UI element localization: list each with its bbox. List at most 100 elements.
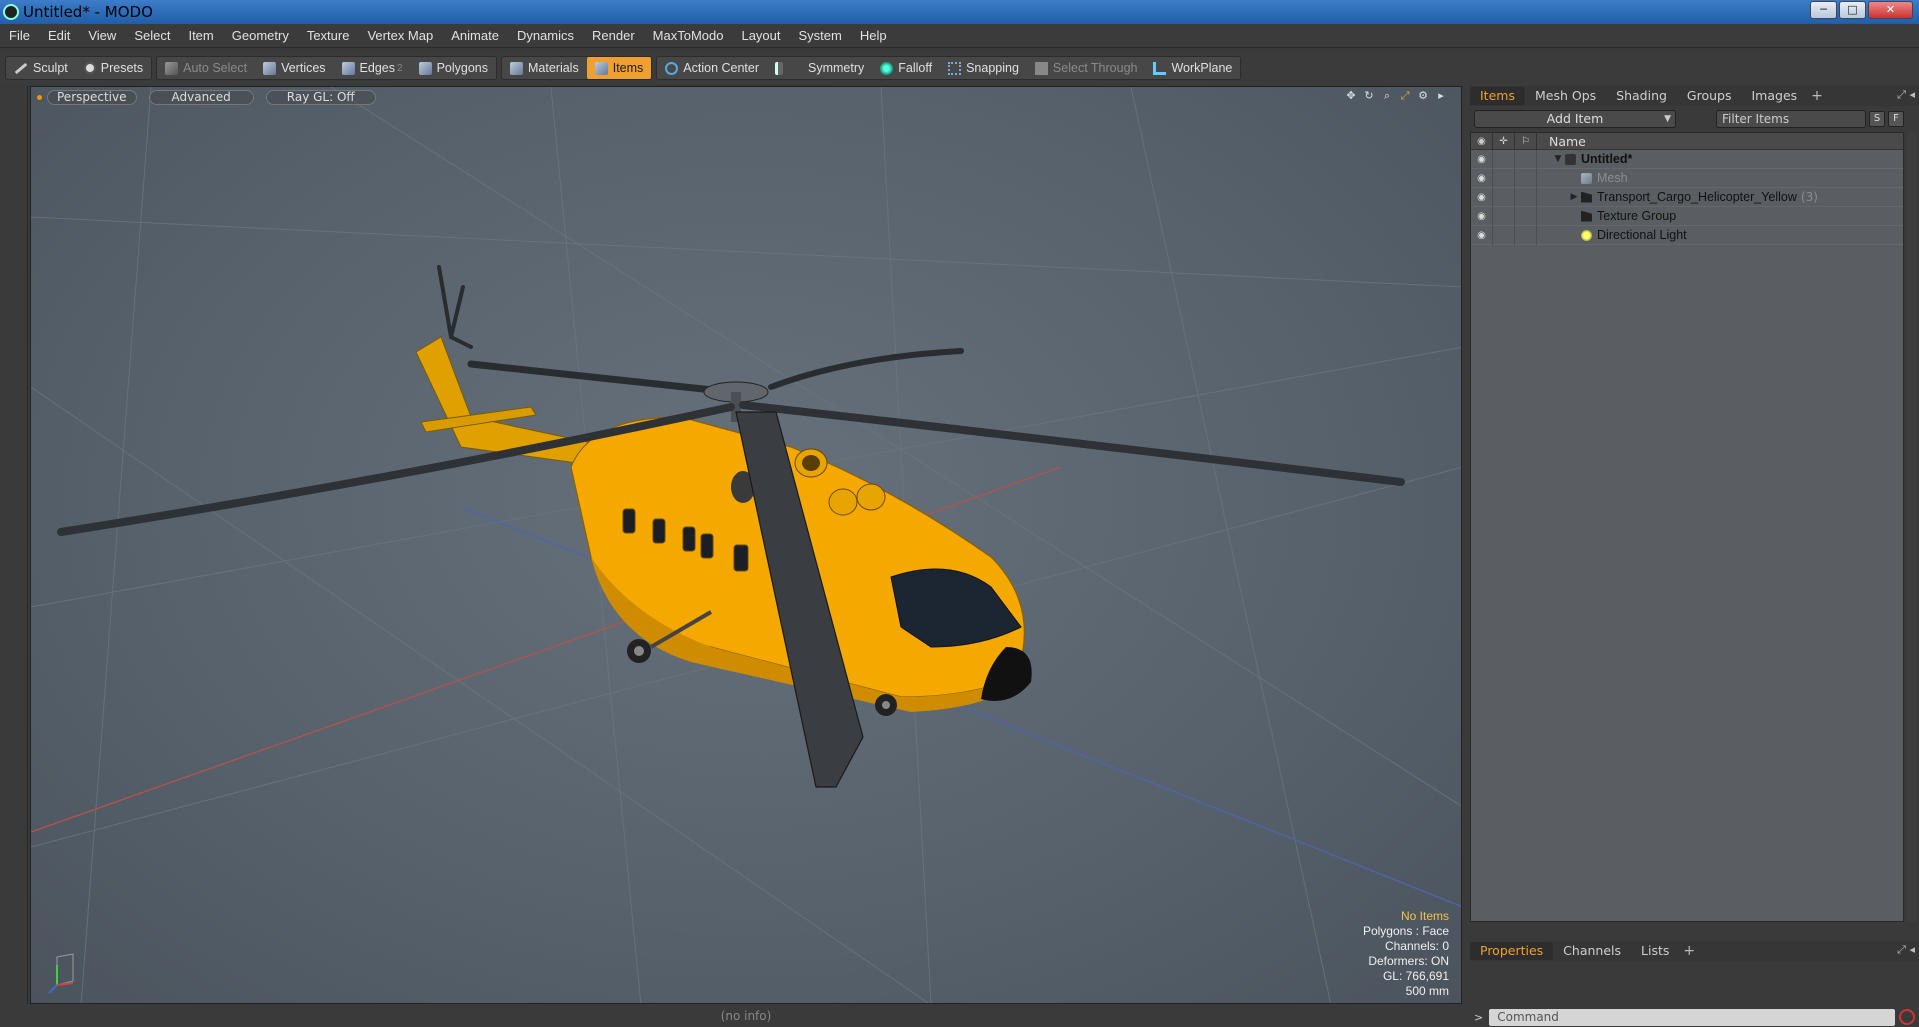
vertices-button[interactable]: Vertices bbox=[255, 57, 333, 79]
action-center-icon bbox=[665, 61, 679, 75]
auto-select-button[interactable]: Auto Select bbox=[157, 57, 255, 79]
command-history-icon[interactable] bbox=[1899, 1009, 1915, 1025]
minimize-button[interactable]: ─ bbox=[1810, 1, 1837, 19]
tab-items[interactable]: Items bbox=[1470, 87, 1525, 105]
lock-column-icon[interactable]: ✛ bbox=[1493, 132, 1515, 150]
title-bar: Untitled* - MODO ─ □ ✕ bbox=[0, 0, 1919, 24]
menu-help[interactable]: Help bbox=[851, 28, 896, 43]
presets-button[interactable]: Presets bbox=[76, 57, 151, 79]
menu-dynamics[interactable]: Dynamics bbox=[508, 28, 583, 43]
tree-row[interactable]: ◉ ▼ Untitled* bbox=[1471, 149, 1903, 169]
render-column-icon[interactable]: ⚐ bbox=[1515, 132, 1537, 150]
snapping-button[interactable]: Snapping bbox=[940, 57, 1027, 79]
visibility-eye-icon[interactable]: ◉ bbox=[1471, 206, 1493, 226]
shading-dropdown[interactable]: Advanced bbox=[148, 89, 254, 105]
expand-toggle-icon[interactable]: ▼ bbox=[1551, 154, 1565, 164]
visibility-eye-icon[interactable]: ◉ bbox=[1471, 187, 1493, 207]
tab-channels[interactable]: Channels bbox=[1553, 942, 1631, 960]
tree-cell[interactable] bbox=[1493, 206, 1515, 226]
item-mode-group: Materials Items bbox=[501, 56, 653, 80]
f-button[interactable]: F bbox=[1888, 111, 1904, 127]
rotate-icon[interactable]: ↻ bbox=[1363, 90, 1375, 102]
command-input[interactable]: Command bbox=[1489, 1008, 1895, 1026]
panel-options-icon[interactable]: ⤢ ◂ bbox=[1897, 88, 1915, 102]
tree-cell[interactable] bbox=[1515, 168, 1537, 188]
items-label: Items bbox=[612, 61, 644, 75]
menu-item[interactable]: Item bbox=[179, 28, 222, 43]
select-through-button[interactable]: Select Through bbox=[1027, 57, 1146, 79]
brush-icon bbox=[14, 62, 28, 74]
menu-animate[interactable]: Animate bbox=[442, 28, 508, 43]
tree-cell[interactable] bbox=[1515, 225, 1537, 245]
add-tab-icon[interactable]: + bbox=[1807, 88, 1827, 104]
tree-row[interactable]: ◉ Texture Group bbox=[1471, 206, 1903, 226]
menu-maxtomodo[interactable]: MaxToModo bbox=[644, 28, 733, 43]
select-through-icon bbox=[1034, 61, 1048, 75]
tree-cell[interactable] bbox=[1493, 149, 1515, 169]
tab-shading[interactable]: Shading bbox=[1606, 87, 1677, 105]
filter-items-input[interactable]: Filter Items bbox=[1716, 110, 1866, 128]
name-column-header[interactable]: Name bbox=[1537, 134, 1586, 149]
tree-scrollbar[interactable] bbox=[1907, 132, 1917, 922]
sculpt-button[interactable]: Sculpt bbox=[6, 57, 76, 79]
expand-toggle-icon[interactable]: ▶ bbox=[1567, 192, 1581, 202]
tab-properties[interactable]: Properties bbox=[1470, 942, 1554, 960]
menu-render[interactable]: Render bbox=[583, 28, 644, 43]
triangle-right-icon[interactable]: ▸ bbox=[1435, 90, 1447, 102]
menu-layout[interactable]: Layout bbox=[732, 28, 789, 43]
visibility-eye-icon[interactable]: ◉ bbox=[1471, 168, 1493, 188]
tree-row[interactable]: ◉ Directional Light bbox=[1471, 225, 1903, 245]
add-item-button[interactable]: Add Item ▼ bbox=[1474, 110, 1676, 128]
tab-images[interactable]: Images bbox=[1742, 87, 1808, 105]
tab-lists[interactable]: Lists bbox=[1631, 942, 1679, 960]
fit-icon[interactable]: ⤢ bbox=[1399, 90, 1411, 102]
workplane-button[interactable]: WorkPlane bbox=[1145, 57, 1240, 79]
visibility-eye-icon[interactable]: ◉ bbox=[1471, 225, 1493, 245]
polygons-label: Polygons bbox=[436, 61, 488, 75]
pan-icon[interactable]: ✥ bbox=[1345, 90, 1357, 102]
menu-edit[interactable]: Edit bbox=[39, 28, 79, 43]
tab-groups[interactable]: Groups bbox=[1677, 87, 1742, 105]
raygl-dropdown[interactable]: Ray GL: Off bbox=[265, 89, 376, 105]
tree-row[interactable]: ◉ Mesh bbox=[1471, 168, 1903, 188]
items-button[interactable]: Items bbox=[586, 57, 652, 79]
menu-select[interactable]: Select bbox=[125, 28, 179, 43]
visibility-column-icon[interactable]: ◉ bbox=[1471, 132, 1493, 150]
tree-cell[interactable] bbox=[1515, 206, 1537, 226]
menu-texture[interactable]: Texture bbox=[298, 28, 359, 43]
view-mode-dropdown[interactable]: Perspective bbox=[47, 89, 137, 105]
action-center-button[interactable]: Action Center bbox=[657, 57, 767, 79]
materials-button[interactable]: Materials bbox=[502, 57, 587, 79]
menu-view[interactable]: View bbox=[79, 28, 125, 43]
polygons-button[interactable]: Polygons bbox=[411, 57, 496, 79]
menu-file[interactable]: File bbox=[0, 28, 39, 43]
tree-cell[interactable] bbox=[1493, 225, 1515, 245]
viewport-menu-dot[interactable] bbox=[37, 94, 42, 100]
3d-viewport[interactable]: Perspective Advanced Ray GL: Off ✥ ↻ ⌕ ⤢… bbox=[30, 86, 1462, 1004]
tree-row[interactable]: ◉ ▶ Transport_Cargo_Helicopter_Yellow (3) bbox=[1471, 187, 1903, 207]
s-button[interactable]: S bbox=[1869, 111, 1885, 127]
viewport-scene bbox=[31, 87, 1461, 1003]
add-props-tab-icon[interactable]: + bbox=[1679, 943, 1699, 959]
zoom-icon[interactable]: ⌕ bbox=[1381, 90, 1393, 102]
tree-cell[interactable] bbox=[1515, 149, 1537, 169]
falloff-button[interactable]: Falloff bbox=[872, 57, 940, 79]
maximize-button[interactable]: □ bbox=[1839, 1, 1866, 19]
select-through-label: Select Through bbox=[1052, 61, 1138, 75]
visibility-eye-icon[interactable]: ◉ bbox=[1471, 149, 1493, 169]
tree-cell[interactable] bbox=[1515, 187, 1537, 207]
close-button[interactable]: ✕ bbox=[1868, 1, 1913, 19]
tab-mesh-ops[interactable]: Mesh Ops bbox=[1525, 87, 1606, 105]
menu-system[interactable]: System bbox=[790, 28, 851, 43]
menu-geometry[interactable]: Geometry bbox=[223, 28, 298, 43]
helicopter-model[interactable] bbox=[57, 265, 1405, 788]
tool-options-group: Action Center Symmetry Falloff Snapping … bbox=[656, 56, 1242, 80]
symmetry-button[interactable]: Symmetry bbox=[767, 57, 872, 79]
props-options-icon[interactable]: ⤢ ◂ bbox=[1897, 943, 1915, 957]
tree-cell[interactable] bbox=[1493, 187, 1515, 207]
gear-icon[interactable]: ⚙ bbox=[1417, 90, 1429, 102]
menu-vertex-map[interactable]: Vertex Map bbox=[358, 28, 442, 43]
edges-button[interactable]: Edges 2 bbox=[334, 57, 411, 79]
deformers-text: Deformers: ON bbox=[1368, 954, 1449, 968]
tree-cell[interactable] bbox=[1493, 168, 1515, 188]
